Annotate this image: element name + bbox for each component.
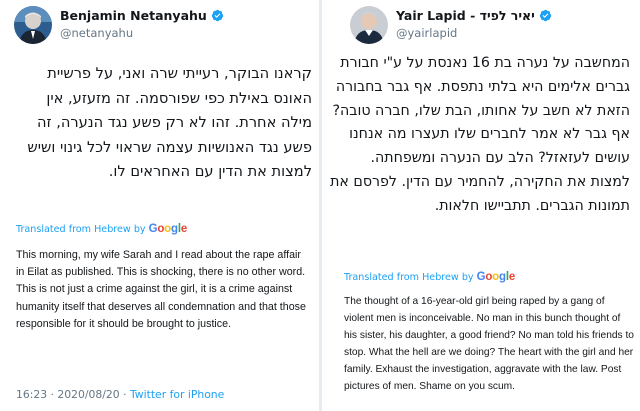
handle[interactable]: @yairlapid [396,26,552,40]
meta-separator: · [47,388,58,401]
tweet-source[interactable]: Twitter for iPhone [130,388,224,401]
tweet-netanyahu[interactable]: Benjamin Netanyahu @netanyahu קראנו הבוק… [0,0,319,411]
meta-separator: · [119,388,130,401]
avatar[interactable] [14,6,52,44]
tweet-text-hebrew: קראנו הבוקר, רעייתי שרה ואני, על פרשיית … [27,65,312,180]
tweet-time[interactable]: 16:23 [16,388,47,401]
verified-icon [539,9,551,22]
translated-label[interactable]: Translated from Hebrew by [16,224,146,235]
tweet-metadata: 16:23 · 2020/08/20 · Twitter for iPhone [16,388,224,401]
translated-label[interactable]: Translated from Hebrew by [344,272,474,283]
tweet-text-translated: The thought of a 16-year-old girl being … [344,296,634,393]
google-logo-icon: Google [476,271,516,283]
tweet-text-translated: This morning, my wife Sarah and I read a… [16,249,306,330]
verified-icon [211,9,224,22]
display-name[interactable]: Yair Lapid - יאיר לפיד [396,8,535,23]
google-logo-icon: Google [148,223,188,235]
avatar[interactable] [350,6,388,44]
tweet-text-hebrew: המחשבה על נערה בת 16 נאנסת על ע"י חבורת … [330,55,630,214]
translation-attribution: Translated from Hebrew by Google [16,223,187,235]
tweet-lapid[interactable]: Yair Lapid - יאיר לפיד @yairlapid המחשבה… [322,0,640,411]
handle[interactable]: @netanyahu [60,26,224,40]
tweet-header: Yair Lapid - יאיר לפיד @yairlapid [350,6,632,46]
tweet-header: Benjamin Netanyahu @netanyahu [14,6,311,46]
display-name[interactable]: Benjamin Netanyahu [60,8,207,23]
translation-attribution: Translated from Hebrew by Google [344,271,515,283]
tweet-date[interactable]: 2020/08/20 [57,388,119,401]
